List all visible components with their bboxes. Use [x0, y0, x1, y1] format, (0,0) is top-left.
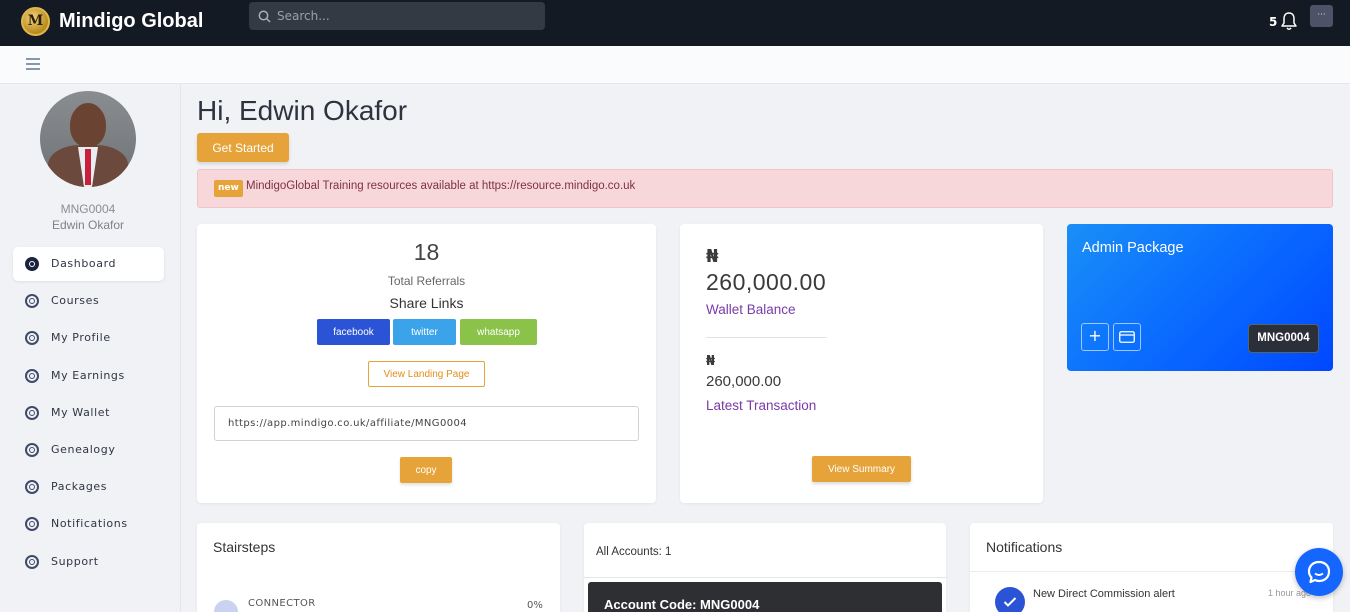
- user-menu-button[interactable]: ···: [1310, 5, 1333, 27]
- sidebar-item-courses[interactable]: Courses: [13, 284, 164, 318]
- sidebar-item-label: My Wallet: [51, 405, 111, 419]
- target-icon: [25, 554, 39, 569]
- sidebar-user-name: Edwin Okafor: [51, 218, 125, 232]
- sidebar-item-label: Dashboard: [51, 257, 117, 270]
- sidebar-item-notifications[interactable]: Notifications: [13, 507, 164, 541]
- stairsteps-title: Stairsteps: [213, 539, 276, 555]
- level-icon: [214, 600, 238, 612]
- bell-icon[interactable]: [1280, 11, 1298, 31]
- package-code-badge: MNG0004: [1248, 324, 1319, 353]
- divider: [706, 337, 827, 338]
- accounts-card: All Accounts: 1 Account Code: MNG0004: [584, 523, 946, 612]
- sidebar-item-my-earnings[interactable]: My Earnings: [13, 359, 164, 393]
- sidebar-item-label: Courses: [51, 294, 100, 308]
- latest-transaction-label: Latest Transaction: [706, 398, 817, 413]
- target-icon: [25, 405, 39, 420]
- sidebar: MNG0004 Edwin Okafor Dashboard Courses M…: [0, 84, 181, 612]
- share-whatsapp-button[interactable]: whatsapp: [460, 319, 537, 345]
- sidebar-nav: Dashboard Courses My Profile My Earnings…: [13, 247, 164, 582]
- copy-link-button[interactable]: copy: [400, 457, 452, 483]
- target-icon: [25, 294, 39, 309]
- wallet-card: ₦ 260,000.00 Wallet Balance ₦ 260,000.00…: [680, 224, 1043, 503]
- account-code: Account Code: MNG0004: [604, 597, 760, 612]
- target-icon: [25, 517, 39, 532]
- view-summary-button[interactable]: View Summary: [812, 456, 911, 482]
- target-icon: [25, 442, 39, 457]
- currency-symbol: ₦: [706, 354, 716, 369]
- sidebar-item-my-profile[interactable]: My Profile: [13, 321, 164, 355]
- sidebar-item-label: Packages: [51, 480, 108, 494]
- sub-header: [0, 46, 1350, 84]
- menu-toggle-icon[interactable]: [26, 58, 40, 70]
- target-icon: [25, 480, 39, 495]
- sidebar-item-label: My Earnings: [51, 368, 125, 382]
- alert-message: MindigoGlobal Training resources availab…: [246, 180, 636, 192]
- notification-item-text[interactable]: New Direct Commission alert: [1033, 588, 1175, 600]
- chat-widget-button[interactable]: [1295, 548, 1343, 596]
- sidebar-item-support[interactable]: Support: [13, 545, 164, 579]
- account-code-panel: Account Code: MNG0004: [588, 582, 942, 612]
- avatar: [40, 91, 136, 187]
- sidebar-item-label: Support: [51, 554, 99, 568]
- notification-count-badge: 5: [1269, 15, 1278, 29]
- share-twitter-button[interactable]: twitter: [393, 319, 456, 345]
- target-icon: [25, 368, 39, 383]
- search-input[interactable]: [277, 6, 527, 26]
- logo-letter: M: [27, 13, 44, 29]
- user-menu-label: ···: [1317, 10, 1326, 20]
- sidebar-item-label: Genealogy: [51, 442, 116, 456]
- sidebar-item-dashboard[interactable]: Dashboard: [13, 247, 164, 281]
- notifications-title: Notifications: [986, 539, 1063, 555]
- share-facebook-button[interactable]: facebook: [317, 319, 390, 345]
- stairstep-percent: 0%: [527, 600, 543, 611]
- add-icon[interactable]: +: [1081, 323, 1109, 351]
- announcement-alert: new MindigoGlobal Training resources ava…: [197, 169, 1333, 208]
- sidebar-item-label: Notifications: [51, 517, 128, 531]
- brand-name[interactable]: Mindigo Global: [59, 10, 203, 33]
- package-title: Admin Package: [1082, 240, 1184, 256]
- referral-label: Total Referrals: [387, 274, 466, 288]
- stairstep-level: CONNECTOR: [248, 598, 316, 609]
- wallet-balance-value: 260,000.00: [706, 269, 827, 295]
- sidebar-item-genealogy[interactable]: Genealogy: [13, 433, 164, 467]
- brand-logo[interactable]: M: [21, 7, 50, 36]
- latest-transaction-value: 260,000.00: [706, 373, 782, 390]
- affiliate-link-field[interactable]: [214, 406, 639, 441]
- all-accounts-count: All Accounts: 1: [596, 546, 672, 558]
- divider: [970, 571, 1333, 572]
- sidebar-user-id: MNG0004: [60, 202, 116, 216]
- referrals-card: 18 Total Referrals Share Links facebook …: [197, 224, 656, 503]
- divider: [584, 577, 946, 578]
- get-started-button[interactable]: Get Started: [197, 133, 289, 162]
- sidebar-item-label: My Profile: [51, 331, 111, 345]
- admin-package-card: Admin Package + MNG0004: [1067, 224, 1333, 371]
- search-box: [249, 2, 545, 30]
- new-badge: new: [214, 180, 243, 197]
- notifications-card: Notifications New Direct Commission aler…: [970, 523, 1333, 612]
- target-icon: [25, 331, 39, 346]
- card-icon[interactable]: [1113, 323, 1141, 351]
- stairsteps-card: Stairsteps CONNECTOR 0%: [197, 523, 560, 612]
- sidebar-item-packages[interactable]: Packages: [13, 470, 164, 504]
- wallet-balance-label: Wallet Balance: [706, 302, 796, 317]
- share-links-title: Share Links: [389, 295, 464, 311]
- chat-icon: [1307, 560, 1331, 584]
- check-icon: [995, 587, 1025, 612]
- sidebar-item-my-wallet[interactable]: My Wallet: [13, 396, 164, 430]
- referral-count: 18: [413, 239, 440, 265]
- page-title: Hi, Edwin Okafor: [197, 95, 408, 126]
- search-icon: [258, 10, 271, 23]
- view-landing-page-button[interactable]: View Landing Page: [368, 361, 485, 387]
- target-icon: [25, 257, 39, 271]
- currency-symbol: ₦: [706, 246, 719, 267]
- top-navbar: M Mindigo Global 5 ···: [0, 0, 1350, 46]
